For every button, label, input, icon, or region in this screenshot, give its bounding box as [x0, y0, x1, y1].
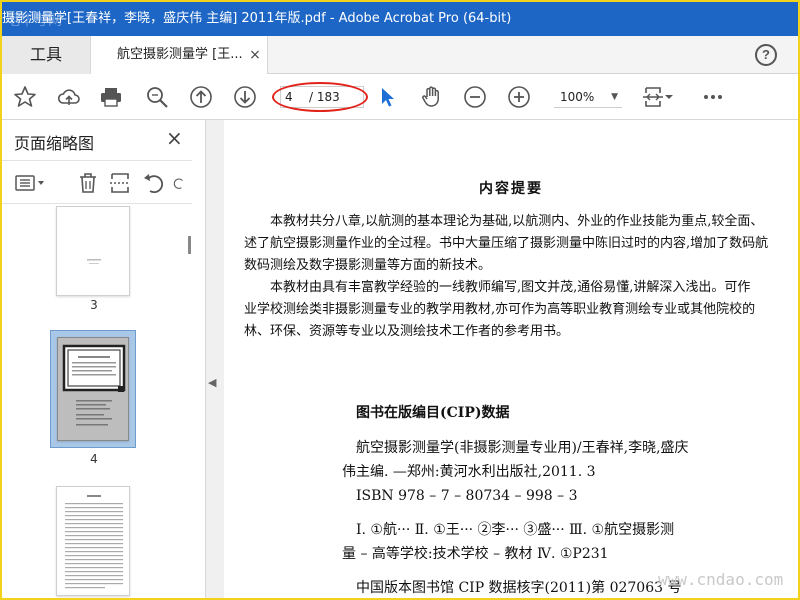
- zoom-in-icon[interactable]: [506, 84, 532, 110]
- cip-line: 量 – 高等学校:技术学校 – 教材 Ⅳ. ①P231: [342, 546, 609, 562]
- hand-icon[interactable]: [418, 84, 444, 110]
- main-toolbar: 4 / 183 100% ▼: [2, 74, 798, 120]
- fit-page-icon[interactable]: [640, 84, 666, 110]
- extract-page-icon[interactable]: [108, 171, 132, 195]
- cip-line: ISBN 978 – 7 – 80734 – 998 – 3: [356, 488, 578, 504]
- thumbnail-panel: 页面缩略图 × 3 4: [2, 120, 206, 598]
- rotate-right-icon[interactable]: [172, 171, 186, 195]
- site-watermark: www.cndao.com: [658, 570, 784, 589]
- star-icon[interactable]: [12, 84, 38, 110]
- doc-paragraph-line: 业学校测绘类非摄影测量专业的教学用教材,亦可作为高等职业教育测绘专业或其他院校的: [244, 302, 756, 317]
- tab-document-label: 航空摄影测量学 [王...: [117, 47, 243, 62]
- print-icon[interactable]: [98, 84, 124, 110]
- thumbnail-page-5[interactable]: [56, 486, 130, 596]
- thumbnail-label: 4: [90, 452, 98, 466]
- thumbnail-page-3[interactable]: [56, 206, 130, 296]
- title-watermark: 毛华考网: [6, 13, 62, 29]
- cip-line: 航空摄影测量学(非摄影测量专业用)/王春祥,李晓,盛庆: [356, 440, 689, 456]
- panel-splitter[interactable]: [206, 120, 224, 598]
- highlight-oval: [272, 82, 368, 112]
- thumbnail-page-4[interactable]: [57, 337, 129, 441]
- thumbnail-toolbar: [2, 160, 192, 204]
- thumbnail-list: 3 4: [2, 206, 192, 598]
- chevron-down-icon: ▼: [611, 92, 618, 102]
- zoom-out-icon[interactable]: [462, 84, 488, 110]
- zoom-dropdown[interactable]: 100% ▼: [554, 86, 622, 108]
- tab-close-icon[interactable]: ×: [247, 36, 263, 74]
- help-icon[interactable]: ?: [755, 44, 777, 66]
- thumbnail-selected-frame[interactable]: [50, 330, 136, 448]
- window-title: 摄影测量学[王春祥，李晓，盛庆伟 主编] 2011年版.pdf - Adobe …: [2, 11, 512, 26]
- panel-title: 页面缩略图: [14, 134, 95, 153]
- collapse-panel-icon[interactable]: ◀: [208, 376, 216, 389]
- panel-close-icon[interactable]: ×: [166, 126, 183, 150]
- doc-paragraph-line: 林、环保、资源等专业以及测绘技术工作者的参考用书。: [244, 324, 570, 339]
- rotate-left-icon[interactable]: [142, 171, 166, 195]
- select-arrow-icon[interactable]: [374, 84, 400, 110]
- page-up-icon[interactable]: [188, 84, 214, 110]
- doc-heading: 内容提要: [479, 181, 543, 197]
- doc-paragraph-line: 数码测绘及数字摄影测量等方面的新技术。: [244, 258, 492, 273]
- doc-paragraph-line: 本教材共分八章,以航测的基本理论为基础,以航测内、外业的作业技能为重点,较全面、: [270, 214, 764, 229]
- page-down-icon[interactable]: [232, 84, 258, 110]
- thumbnail-label: 3: [90, 298, 98, 312]
- app-window: 摄影测量学[王春祥，李晓，盛庆伟 主编] 2011年版.pdf - Adobe …: [2, 2, 798, 598]
- doc-paragraph-line: 本教材由具有丰富教学经验的一线教师编写,图文并茂,通俗易懂,讲解深入浅出。可作: [270, 280, 751, 295]
- thumbnail-scrollbar[interactable]: [188, 236, 191, 254]
- title-bar: 摄影测量学[王春祥，李晓，盛庆伟 主编] 2011年版.pdf - Adobe …: [2, 2, 798, 36]
- tab-document[interactable]: 航空摄影测量学 [王... ×: [90, 36, 268, 75]
- delete-page-icon[interactable]: [76, 171, 100, 195]
- tab-bar: 工具 航空摄影测量学 [王... × ?: [2, 36, 798, 75]
- cip-heading: 图书在版编目(CIP)数据: [356, 405, 510, 421]
- document-view[interactable]: 内容提要 本教材共分八章,以航测的基本理论为基础,以航测内、外业的作业技能为重点…: [224, 120, 798, 598]
- zoom-search-icon[interactable]: [144, 84, 170, 110]
- fit-chevron-icon[interactable]: [664, 84, 674, 110]
- thumbnail-options-icon[interactable]: [14, 171, 46, 195]
- zoom-value: 100%: [560, 90, 595, 104]
- tab-tools[interactable]: 工具: [2, 36, 90, 74]
- cloud-upload-icon[interactable]: [56, 84, 82, 110]
- more-icon[interactable]: [700, 84, 726, 110]
- doc-paragraph-line: 述了航空摄影测量作业的全过程。书中大量压缩了摄影测量中陈旧过时的内容,增加了数码…: [244, 236, 769, 251]
- cip-line: Ⅰ. ①航··· Ⅱ. ①王··· ②李··· ③盛··· Ⅲ. ①航空摄影测: [356, 522, 675, 538]
- cip-line: 伟主编. —郑州:黄河水利出版社,2011. 3: [342, 464, 596, 480]
